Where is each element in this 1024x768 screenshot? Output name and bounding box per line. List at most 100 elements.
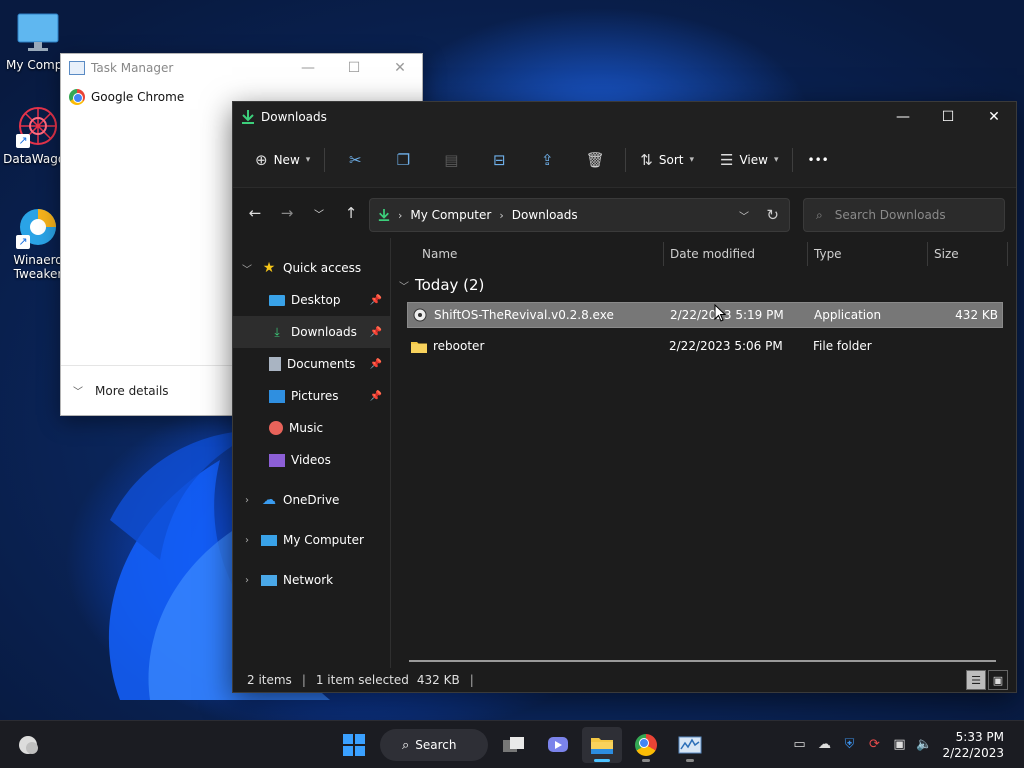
status-divider: |	[469, 673, 474, 687]
column-divider[interactable]	[663, 242, 664, 266]
column-divider[interactable]	[927, 242, 928, 266]
large-icons-view-icon[interactable]: ▣	[988, 670, 1008, 690]
file-explorer-window[interactable]: Downloads — ☐ ✕ ⊕ New ▾ ✂ ❐ ▤ ⊟ ⇪ 🗑 ⇅ So…	[232, 101, 1017, 693]
nav-item-pictures[interactable]: Pictures 📌	[233, 380, 390, 412]
file-list[interactable]: Name Date modified Type Size ﹀ Today (2)…	[391, 238, 1016, 668]
column-divider[interactable]	[1007, 242, 1008, 266]
column-headers: Name Date modified Type Size	[391, 238, 1016, 270]
breadcrumb-separator-icon: ›	[398, 208, 403, 222]
file-name: rebooter	[433, 339, 485, 353]
copy-icon[interactable]: ❐	[379, 144, 427, 176]
onedrive-tray-icon[interactable]: ☁	[815, 733, 834, 755]
delete-icon[interactable]: 🗑	[571, 144, 619, 176]
search-input[interactable]: ⌕ Search Downloads	[803, 198, 1005, 232]
shortcut-arrow-icon	[16, 235, 30, 249]
music-icon	[269, 421, 283, 435]
taskbar-search-button[interactable]: ⌕ Search	[380, 729, 488, 761]
rename-icon[interactable]: ⊟	[475, 144, 523, 176]
update-sync-icon[interactable]: ⟳	[865, 733, 884, 755]
file-row[interactable]: ShiftOS-TheRevival.v0.2.8.exe 2/22/2023 …	[407, 302, 1003, 328]
task-manager-taskbar-button[interactable]	[670, 727, 710, 763]
nav-item-videos[interactable]: Videos	[233, 444, 390, 476]
videos-icon	[269, 453, 285, 467]
breadcrumb-downloads[interactable]: Downloads	[512, 208, 578, 222]
file-date: 2/22/2023 5:19 PM	[670, 308, 784, 322]
file-type: File folder	[813, 339, 872, 353]
documents-icon	[269, 357, 281, 371]
nav-item-downloads[interactable]: ⤓ Downloads 📌	[233, 316, 390, 348]
nav-item-label: Network	[283, 573, 334, 587]
refresh-icon[interactable]: ↻	[766, 206, 779, 224]
close-button[interactable]: ✕	[377, 58, 423, 78]
volume-icon[interactable]: 🔈	[915, 733, 934, 755]
search-icon: ⌕	[402, 737, 410, 753]
cloud-icon: ☁	[262, 492, 276, 508]
address-dropdown-icon[interactable]: ﹀	[739, 208, 749, 223]
horizontal-scrollbar[interactable]	[409, 660, 996, 662]
view-button[interactable]: ☰ View ▾	[712, 144, 786, 176]
active-indicator	[594, 759, 610, 762]
back-arrow-icon[interactable]: ←	[239, 197, 271, 229]
minimize-button[interactable]: —	[285, 58, 331, 78]
address-bar[interactable]: › My Computer › Downloads ﹀ ↻	[369, 198, 790, 232]
maximize-button[interactable]: ☐	[925, 102, 971, 132]
more-options-button[interactable]: •••	[799, 144, 836, 176]
nav-item-onedrive[interactable]: › ☁ OneDrive	[233, 484, 390, 516]
share-icon[interactable]: ⇪	[523, 144, 571, 176]
details-view-icon[interactable]: ☰	[966, 670, 986, 690]
chevron-right-icon[interactable]: ›	[233, 495, 261, 506]
teams-chat-button[interactable]	[538, 727, 578, 763]
network-icon[interactable]: ▣	[890, 733, 909, 755]
forward-arrow-icon[interactable]: →	[271, 197, 303, 229]
up-arrow-icon[interactable]: ↑	[335, 197, 367, 229]
nav-item-my-computer[interactable]: › My Computer	[233, 524, 390, 556]
pin-icon: 📌	[369, 326, 382, 338]
chevron-right-icon[interactable]: ›	[233, 575, 261, 586]
navigation-bar: ← → ﹀ ↑ › My Computer › Downloads ﹀ ↻ ⌕ …	[233, 188, 1016, 238]
nav-item-label: Pictures	[291, 389, 339, 403]
column-divider[interactable]	[807, 242, 808, 266]
downloads-icon	[378, 209, 390, 221]
chrome-icon	[635, 734, 657, 756]
new-label: New	[273, 152, 300, 167]
cut-icon[interactable]: ✂	[331, 144, 379, 176]
recent-locations-chevron-icon[interactable]: ﹀	[303, 197, 335, 229]
notepad-tray-icon[interactable]: ▭	[790, 733, 809, 755]
nav-item-quick-access[interactable]: ﹀ ★ Quick access	[233, 252, 390, 284]
windows-logo-icon	[343, 734, 365, 756]
navigation-pane: ﹀ ★ Quick access Desktop 📌 ⤓ Downloads 📌…	[233, 238, 391, 668]
start-button[interactable]	[334, 727, 374, 763]
security-shield-icon[interactable]: ⛨	[840, 733, 859, 755]
chevron-down-icon: ﹀	[399, 281, 409, 293]
chrome-taskbar-button[interactable]	[626, 727, 666, 763]
paste-icon[interactable]: ▤	[427, 144, 475, 176]
view-lines-icon: ☰	[720, 150, 734, 169]
pin-icon: 📌	[369, 390, 382, 402]
column-header-size[interactable]: Size	[934, 238, 959, 270]
chevron-down-icon[interactable]: ﹀	[233, 261, 261, 276]
status-bar: 2 items | 1 item selected 432 KB | ☰ ▣	[233, 668, 1016, 692]
nav-item-desktop[interactable]: Desktop 📌	[233, 284, 390, 316]
nav-item-documents[interactable]: Documents 📌	[233, 348, 390, 380]
taskbar-clock[interactable]: 5:33 PM 2/22/2023	[942, 729, 1004, 761]
close-button[interactable]: ✕	[971, 102, 1017, 132]
file-explorer-taskbar-button[interactable]	[582, 727, 622, 763]
column-header-type[interactable]: Type	[814, 238, 842, 270]
maximize-button[interactable]: ☐	[331, 58, 377, 78]
sort-button[interactable]: ⇅ Sort ▾	[632, 144, 702, 176]
nav-item-network[interactable]: › Network	[233, 564, 390, 596]
column-header-name[interactable]: Name	[422, 238, 457, 270]
network-icon	[261, 574, 277, 586]
column-header-date-modified[interactable]: Date modified	[670, 238, 755, 270]
breadcrumb-my-computer[interactable]: My Computer	[410, 208, 491, 222]
task-view-button[interactable]	[494, 727, 534, 763]
file-row[interactable]: rebooter 2/22/2023 5:06 PM File folder	[407, 333, 1003, 359]
status-divider: |	[301, 673, 306, 687]
minimize-button[interactable]: —	[880, 102, 926, 132]
new-button[interactable]: ⊕ New ▾	[247, 144, 318, 176]
nav-item-music[interactable]: Music	[233, 412, 390, 444]
weather-widget-icon[interactable]	[16, 733, 40, 757]
chevron-right-icon[interactable]: ›	[233, 535, 261, 546]
group-header-today[interactable]: ﹀ Today (2)	[399, 276, 484, 294]
